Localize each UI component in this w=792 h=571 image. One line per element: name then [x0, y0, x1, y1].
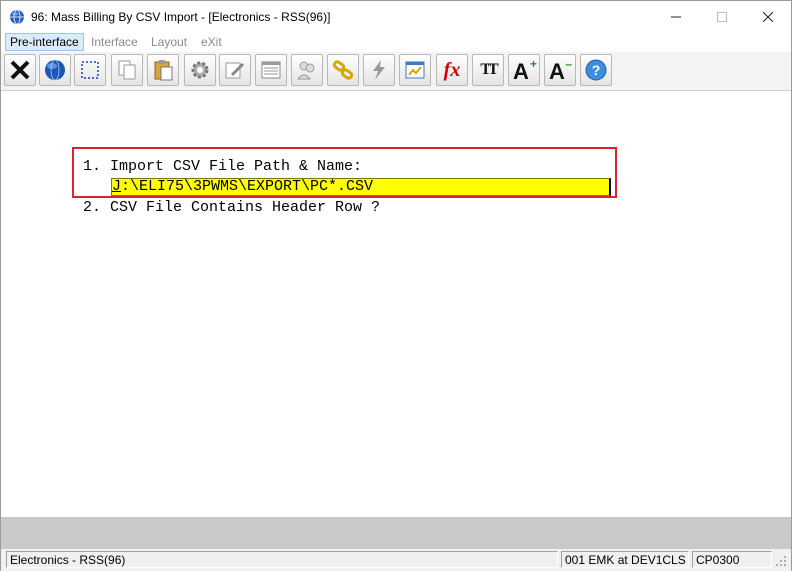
- plus-badge: +: [529, 57, 537, 71]
- field-label-csv-path: 1. Import CSV File Path & Name:: [83, 158, 363, 175]
- font-decrease-button[interactable]: A –: [544, 54, 576, 86]
- select-tool-button[interactable]: [74, 54, 106, 86]
- function-tool-button[interactable]: fx: [436, 54, 468, 86]
- users-tool-button[interactable]: [291, 54, 323, 86]
- font-decrease-icon: A –: [547, 57, 573, 84]
- input-value: :\ELI75\3PWMS\EXPORT\PC*.CSV: [121, 178, 374, 195]
- status-bar: Electronics - RSS(96) 001 EMK at DEV1CLS…: [1, 549, 791, 571]
- settings-gear-icon: [191, 61, 209, 79]
- function-fx-icon: fx: [443, 58, 461, 81]
- lightning-tool-button[interactable]: [363, 54, 395, 86]
- help-tool-button[interactable]: ?: [580, 54, 612, 86]
- maximize-icon: [717, 11, 727, 22]
- paste-tool-button[interactable]: [147, 54, 179, 86]
- list-tool-button[interactable]: [255, 54, 287, 86]
- edit-form-icon: [225, 62, 245, 79]
- input-cursor-char: J: [112, 178, 122, 195]
- toolbar: fx TT A + A – ?: [1, 52, 791, 91]
- font-tool-button[interactable]: TT: [472, 54, 504, 86]
- close-icon: [763, 11, 773, 22]
- select-frame-icon: [81, 61, 99, 79]
- globe-icon: [45, 59, 65, 81]
- lightning-icon: [373, 60, 385, 80]
- link-chain-icon: [332, 60, 354, 80]
- menu-exit[interactable]: eXit: [197, 33, 226, 51]
- users-icon: [296, 61, 315, 80]
- menu-interface[interactable]: Interface: [87, 33, 142, 51]
- minimize-button[interactable]: [653, 1, 699, 32]
- title-bar: 96: Mass Billing By CSV Import - [Electr…: [1, 1, 791, 32]
- minus-badge: –: [565, 57, 572, 71]
- field-label-header-row: 2. CSV File Contains Header Row ?: [83, 199, 381, 216]
- help-question-mark: ?: [592, 62, 601, 78]
- form-area: 1. Import CSV File Path & Name: J:\ELI75…: [1, 91, 791, 517]
- font-decrease-letter: A: [549, 59, 565, 84]
- font-increase-icon: A +: [511, 57, 537, 84]
- chart-report-icon: [405, 61, 425, 79]
- app-globe-icon: [10, 9, 24, 25]
- copy-icon: [118, 60, 136, 80]
- paste-icon: [154, 60, 173, 81]
- close-tool-button[interactable]: [4, 54, 36, 86]
- menu-bar: Pre-interface Interface Layout eXit: [1, 32, 791, 52]
- minimize-icon: [671, 16, 681, 17]
- resize-grip-icon[interactable]: [775, 555, 787, 567]
- copy-tool-button[interactable]: [111, 54, 143, 86]
- close-button[interactable]: [745, 1, 791, 32]
- font-tt-icon: TT: [480, 61, 498, 78]
- list-icon: [261, 61, 281, 79]
- csv-path-input[interactable]: J:\ELI75\3PWMS\EXPORT\PC*.CSV: [111, 178, 611, 196]
- help-icon: ?: [585, 59, 607, 81]
- close-x-icon: [10, 60, 30, 80]
- status-company: Electronics - RSS(96): [6, 551, 558, 568]
- font-increase-button[interactable]: A +: [508, 54, 540, 86]
- bottom-gray-band: [1, 517, 791, 549]
- link-tool-button[interactable]: [327, 54, 359, 86]
- globe-tool-button[interactable]: [39, 54, 71, 86]
- font-increase-letter: A: [513, 59, 529, 84]
- status-program: CP0300: [692, 551, 772, 568]
- window-title: 96: Mass Billing By CSV Import - [Electr…: [31, 10, 331, 24]
- report-tool-button[interactable]: [399, 54, 431, 86]
- menu-layout[interactable]: Layout: [147, 33, 191, 51]
- app-window: 96: Mass Billing By CSV Import - [Electr…: [0, 0, 792, 571]
- edit-tool-button[interactable]: [219, 54, 251, 86]
- menu-pre-interface[interactable]: Pre-interface: [5, 33, 84, 51]
- status-session: 001 EMK at DEV1CLS: [561, 551, 689, 568]
- maximize-button[interactable]: [699, 1, 745, 32]
- settings-tool-button[interactable]: [184, 54, 216, 86]
